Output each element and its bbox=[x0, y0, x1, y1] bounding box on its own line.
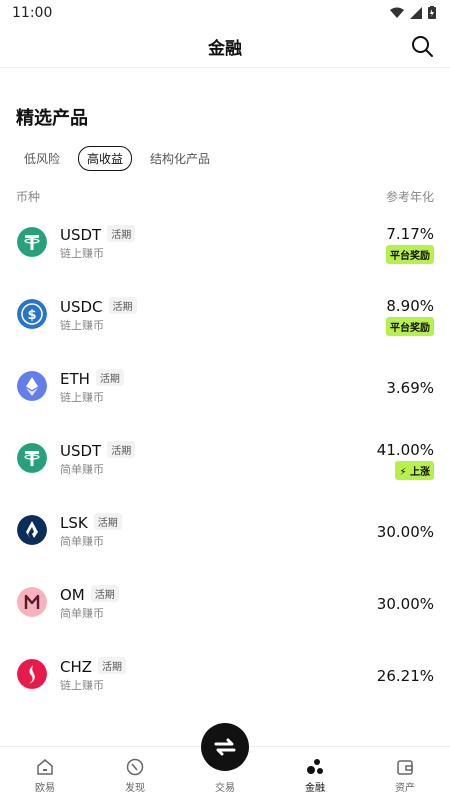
coin-name: ETH 活期 bbox=[60, 369, 124, 388]
product-row-lsk[interactable]: LSK 活期 简单赚币 30.00% bbox=[0, 499, 450, 571]
status-icons bbox=[390, 6, 436, 19]
chiliz-icon bbox=[17, 659, 47, 689]
nav-label: 发现 bbox=[125, 783, 145, 794]
product-filter-tabs: 低风险 高收益 结构化产品 bbox=[16, 146, 218, 171]
usdc-icon: $ bbox=[17, 299, 47, 329]
apr-value: 30.00% bbox=[376, 595, 434, 613]
svg-text:$: $ bbox=[27, 308, 36, 323]
nav-item-discover[interactable]: 发现 bbox=[105, 757, 165, 794]
product-row-usdc[interactable]: $ USDC 活期 链上赚币 8.90% 平台奖励 bbox=[0, 283, 450, 355]
coin-name: USDT 活期 bbox=[60, 225, 136, 244]
wallet-icon bbox=[397, 760, 413, 775]
lightning-icon: ⚡ bbox=[399, 467, 407, 478]
reward-tag: 平台奖励 bbox=[386, 317, 434, 336]
nav-item-assets[interactable]: 资产 bbox=[375, 757, 435, 794]
apr-value: 7.17% bbox=[386, 225, 434, 243]
flexible-badge: 活期 bbox=[107, 441, 136, 458]
column-apr: 参考年化 bbox=[385, 190, 434, 204]
product-row-om[interactable]: OM 活期 简单赚币 30.00% bbox=[0, 571, 450, 643]
flexible-badge: 活期 bbox=[98, 657, 127, 674]
swap-icon bbox=[214, 738, 236, 756]
coin-name: LSK 活期 bbox=[60, 513, 122, 532]
coin-subtitle: 简单赚币 bbox=[60, 607, 104, 620]
apr-value: 8.90% bbox=[386, 297, 434, 315]
lisk-icon bbox=[17, 515, 47, 545]
search-icon[interactable] bbox=[410, 34, 434, 58]
list-column-header: 币种 参考年化 bbox=[16, 188, 434, 205]
coin-name: USDC 活期 bbox=[60, 297, 137, 316]
flexible-badge: 活期 bbox=[108, 297, 137, 314]
ethereum-icon bbox=[17, 371, 47, 401]
product-row-chz[interactable]: CHZ 活期 链上赚币 26.21% bbox=[0, 643, 450, 715]
coin-name: CHZ 活期 bbox=[60, 657, 127, 676]
flexible-badge: 活期 bbox=[95, 369, 124, 386]
mantra-icon bbox=[17, 587, 47, 617]
page-title: 金融 bbox=[208, 39, 242, 59]
product-row-usdt-2[interactable]: USDT 活期 简单赚币 41.00% ⚡ 上涨 bbox=[0, 427, 450, 499]
coin-subtitle: 链上赚币 bbox=[60, 679, 104, 692]
nav-label: 资产 bbox=[395, 783, 415, 794]
nav-label: 金融 bbox=[305, 783, 325, 794]
apr-value: 30.00% bbox=[376, 523, 434, 541]
flexible-badge: 活期 bbox=[90, 585, 119, 602]
tether-icon bbox=[17, 227, 47, 257]
apr-value: 41.00% bbox=[376, 441, 434, 459]
nav-label: 欧易 bbox=[35, 783, 55, 794]
wifi-icon bbox=[390, 7, 404, 18]
tab-structured[interactable]: 结构化产品 bbox=[142, 147, 218, 170]
status-time: 11:00 bbox=[12, 5, 53, 21]
finance-icon bbox=[307, 759, 323, 774]
tab-high-yield[interactable]: 高收益 bbox=[78, 146, 133, 171]
coin-name: USDT 活期 bbox=[60, 441, 136, 460]
coin-subtitle: 链上赚币 bbox=[60, 247, 104, 260]
coin-subtitle: 简单赚币 bbox=[60, 463, 104, 476]
coin-name: OM 活期 bbox=[60, 585, 119, 604]
nav-label: 交易 bbox=[215, 783, 235, 794]
top-header: 金融 bbox=[0, 28, 450, 68]
nav-item-home[interactable]: 欧易 bbox=[15, 757, 75, 794]
trade-button[interactable] bbox=[201, 723, 249, 771]
tether-icon bbox=[17, 443, 47, 473]
trend-tag: ⚡ 上涨 bbox=[395, 461, 434, 480]
signal-icon bbox=[410, 6, 422, 19]
coin-subtitle: 链上赚币 bbox=[60, 319, 104, 332]
nav-item-finance[interactable]: 金融 bbox=[285, 757, 345, 794]
section-title: 精选产品 bbox=[16, 108, 88, 129]
flexible-badge: 活期 bbox=[93, 513, 122, 530]
tab-low-risk[interactable]: 低风险 bbox=[16, 147, 68, 170]
coin-subtitle: 简单赚币 bbox=[60, 535, 104, 548]
flexible-badge: 活期 bbox=[107, 225, 136, 242]
apr-value: 26.21% bbox=[376, 667, 434, 685]
apr-value: 3.69% bbox=[386, 379, 434, 397]
status-bar: 11:00 bbox=[0, 0, 450, 28]
reward-tag: 平台奖励 bbox=[386, 245, 434, 264]
product-row-usdt-1[interactable]: USDT 活期 链上赚币 7.17% 平台奖励 bbox=[0, 211, 450, 283]
coin-subtitle: 链上赚币 bbox=[60, 391, 104, 404]
home-icon bbox=[37, 759, 53, 775]
column-coin: 币种 bbox=[16, 190, 41, 204]
battery-icon bbox=[428, 6, 436, 19]
product-row-eth[interactable]: ETH 活期 链上赚币 3.69% bbox=[0, 355, 450, 427]
discover-icon bbox=[126, 758, 144, 776]
